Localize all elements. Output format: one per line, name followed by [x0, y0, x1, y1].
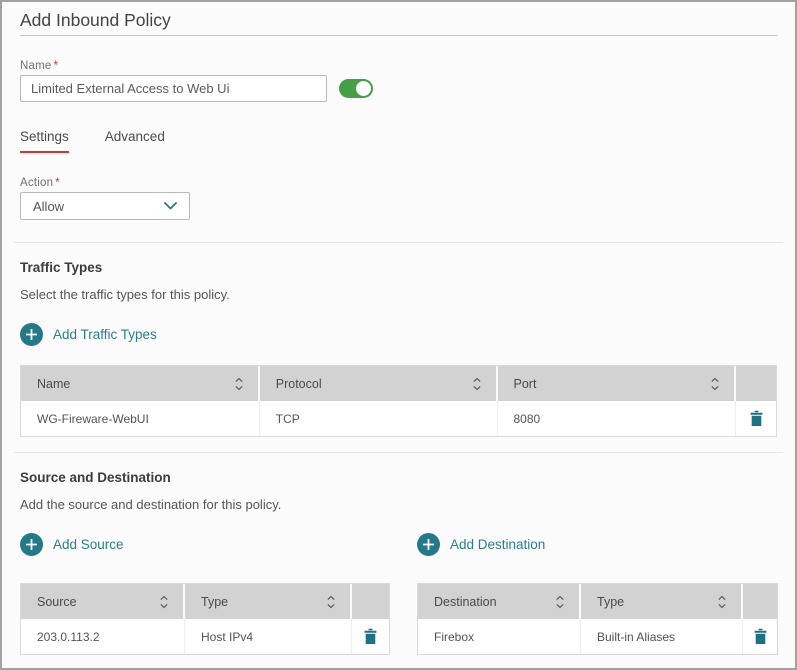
column-header-protocol[interactable]: Protocol: [260, 366, 498, 401]
required-asterisk: *: [55, 177, 60, 189]
cell-actions: [736, 401, 776, 436]
column-label: Type: [201, 595, 228, 609]
table-row: Firebox Built-in Aliases: [418, 619, 777, 654]
sort-icon[interactable]: [234, 377, 244, 391]
sort-icon[interactable]: [555, 595, 565, 609]
name-label-text: Name: [20, 60, 51, 72]
source-destination-heading: Source and Destination: [20, 470, 777, 485]
name-field-label: Name*: [20, 60, 777, 72]
column-header-type[interactable]: Type: [185, 584, 352, 619]
cell-port: 8080: [498, 401, 737, 436]
source-table: Source Type 203.0.113.2 Host IPv4: [20, 583, 390, 655]
sort-icon[interactable]: [472, 377, 482, 391]
section-divider: [14, 242, 783, 243]
name-row: [20, 75, 777, 102]
section-divider: [14, 452, 783, 453]
toggle-knob: [356, 81, 371, 96]
traffic-types-heading: Traffic Types: [20, 260, 777, 275]
column-header-source[interactable]: Source: [21, 584, 185, 619]
column-header-actions: [743, 584, 777, 619]
add-inbound-policy-panel: Add Inbound Policy Name* Settings Advanc…: [0, 0, 797, 670]
sort-icon[interactable]: [717, 595, 727, 609]
destination-table-header: Destination Type: [418, 584, 777, 619]
column-header-port[interactable]: Port: [498, 366, 737, 401]
trash-icon[interactable]: [753, 628, 768, 645]
required-asterisk: *: [53, 60, 58, 72]
source-destination-tables: Source Type 203.0.113.2 Host IPv4: [20, 583, 777, 655]
tab-settings[interactable]: Settings: [20, 129, 69, 153]
column-header-destination[interactable]: Destination: [418, 584, 581, 619]
destination-table: Destination Type Firebox Built-in Aliase…: [417, 583, 778, 655]
traffic-types-table: Name Protocol Port WG-Fireware-WebUI: [20, 365, 777, 437]
traffic-types-description: Select the traffic types for this policy…: [20, 287, 777, 302]
add-destination-button[interactable]: Add Destination: [417, 533, 545, 556]
plus-circle-icon: [20, 533, 43, 556]
cell-protocol: TCP: [260, 401, 498, 436]
cell-source: 203.0.113.2: [21, 619, 185, 654]
table-row: 203.0.113.2 Host IPv4: [21, 619, 389, 654]
cell-actions: [352, 619, 389, 654]
add-source-destination-row: Add Source Add Destination: [20, 533, 777, 556]
action-select-value: Allow: [33, 199, 64, 214]
cell-type: Host IPv4: [185, 619, 352, 654]
column-label: Name: [37, 377, 70, 391]
cell-name: WG-Fireware-WebUI: [21, 401, 260, 436]
tab-bar: Settings Advanced: [20, 129, 777, 153]
add-destination-label: Add Destination: [450, 537, 545, 552]
cell-type: Built-in Aliases: [581, 619, 743, 654]
traffic-types-table-header: Name Protocol Port: [21, 366, 776, 401]
sort-icon[interactable]: [326, 595, 336, 609]
cell-destination: Firebox: [418, 619, 581, 654]
trash-icon[interactable]: [363, 628, 378, 645]
column-header-name[interactable]: Name: [21, 366, 260, 401]
plus-circle-icon: [20, 323, 43, 346]
table-row: WG-Fireware-WebUI TCP 8080: [21, 401, 776, 436]
source-table-header: Source Type: [21, 584, 389, 619]
column-label: Port: [514, 377, 537, 391]
add-traffic-types-button[interactable]: Add Traffic Types: [20, 323, 157, 346]
column-header-actions: [352, 584, 389, 619]
trash-icon[interactable]: [749, 410, 764, 427]
column-label: Destination: [434, 595, 497, 609]
tab-advanced[interactable]: Advanced: [105, 129, 165, 153]
column-header-type[interactable]: Type: [581, 584, 743, 619]
source-destination-description: Add the source and destination for this …: [20, 497, 777, 512]
action-field-label: Action*: [20, 177, 777, 189]
column-header-actions: [736, 366, 776, 401]
policy-enabled-toggle[interactable]: [339, 79, 373, 98]
action-select[interactable]: Allow: [20, 192, 190, 220]
sort-icon[interactable]: [710, 377, 720, 391]
column-label: Source: [37, 595, 77, 609]
sort-icon[interactable]: [159, 595, 169, 609]
cell-actions: [743, 619, 777, 654]
chevron-down-icon: [164, 202, 177, 210]
policy-name-input[interactable]: [20, 75, 327, 102]
add-traffic-types-label: Add Traffic Types: [53, 327, 157, 342]
plus-circle-icon: [417, 533, 440, 556]
add-traffic-types-row: Add Traffic Types: [20, 323, 777, 346]
add-source-button[interactable]: Add Source: [20, 533, 417, 556]
action-label-text: Action: [20, 177, 53, 189]
column-label: Protocol: [276, 377, 322, 391]
column-label: Type: [597, 595, 624, 609]
add-source-label: Add Source: [53, 537, 124, 552]
page-title: Add Inbound Policy: [20, 9, 777, 36]
